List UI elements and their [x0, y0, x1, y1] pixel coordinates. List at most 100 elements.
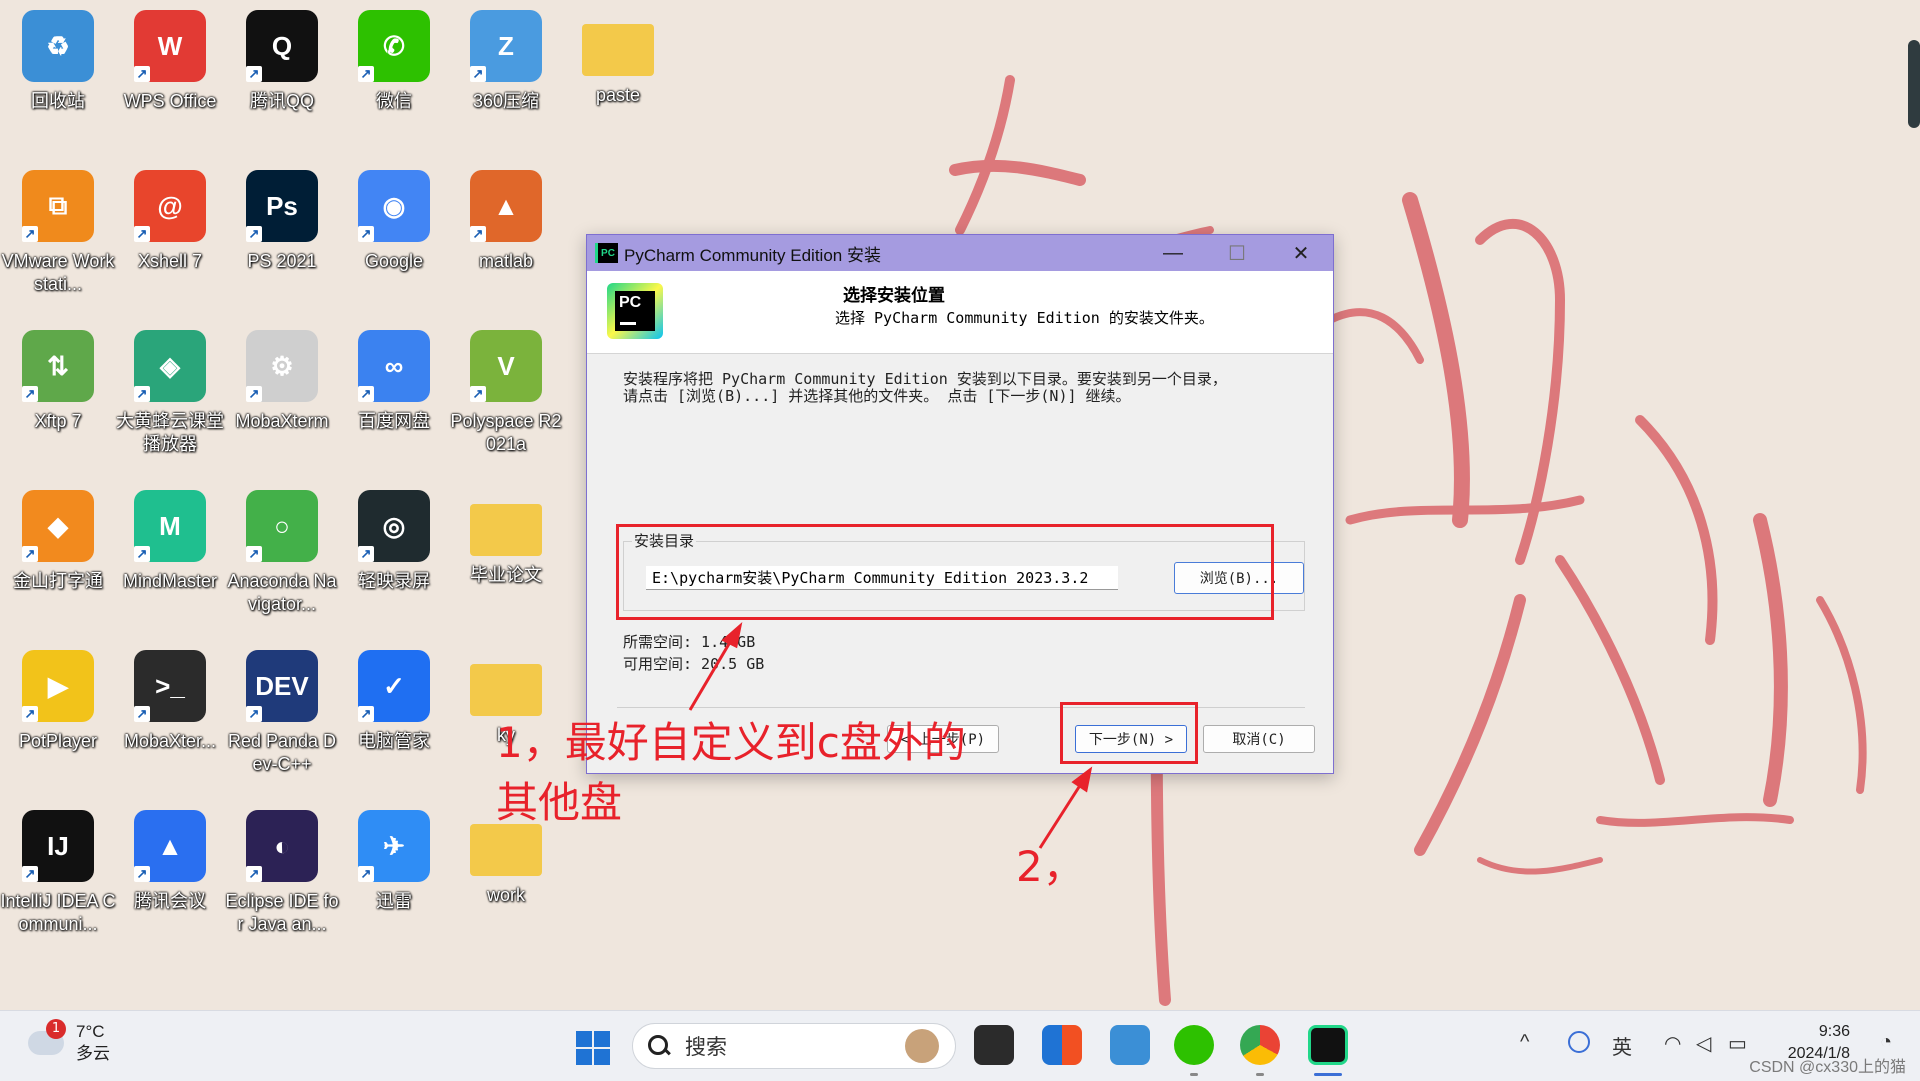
app-icon: IJ ↗	[22, 810, 94, 882]
minimize-button[interactable]: —	[1141, 235, 1205, 271]
app-icon-glyph: M	[159, 510, 181, 541]
desktop-icon-label: 腾讯QQ	[249, 91, 314, 111]
desktop-icon[interactable]: ◐ ↗ Eclipse IDE for Java an...	[225, 804, 339, 954]
desktop-icon-label: 百度网盘	[358, 411, 430, 431]
tray-overflow-chevron-icon[interactable]: ^	[1520, 1031, 1529, 1054]
app-icon: ∞ ↗	[358, 330, 430, 402]
desktop-icon-label: VMware Workstati...	[1, 251, 115, 294]
header-subtitle: 选择 PyCharm Community Edition 的安装文件夹。	[835, 309, 1214, 327]
app-icon-glyph: ◎	[382, 510, 406, 541]
app-icon-glyph: ▲	[157, 830, 183, 861]
app-icon-glyph: DEV	[255, 670, 309, 701]
shortcut-arrow-icon: ↗	[246, 226, 262, 242]
pycharm-active-indicator	[1314, 1073, 1342, 1076]
desktop-icon[interactable]: DEV ↗ Red Panda Dev-C++	[226, 644, 338, 794]
desktop-icon-label: matlab	[478, 251, 534, 271]
desktop-icon[interactable]: ⇅ ↗ Xftp 7	[2, 324, 114, 474]
desktop-icon[interactable]: 毕业论文	[450, 484, 562, 634]
desktop-icon[interactable]: >_ ↗ MobaXter...	[114, 644, 226, 794]
desktop-icon-label: WPS Office	[123, 91, 217, 111]
desktop-icon[interactable]: ⧉ ↗ VMware Workstati...	[2, 164, 114, 314]
dialog-titlebar[interactable]: PC PyCharm Community Edition 安装 — ☐ ✕	[587, 235, 1333, 271]
desktop-icon-label: PS 2021	[247, 251, 317, 271]
desktop-icon[interactable]: ○ ↗ Anaconda Navigator...	[226, 484, 338, 634]
desktop-icon[interactable]: ◉ ↗ Google	[338, 164, 450, 314]
wechat-icon[interactable]	[1174, 1025, 1214, 1065]
control-panel-icon[interactable]	[1110, 1025, 1150, 1065]
desktop-icon[interactable]: ◆ ↗ 金山打字通	[2, 484, 114, 634]
app-icon-glyph: W	[157, 30, 183, 61]
app-icon	[582, 24, 654, 76]
desktop-icon[interactable]: V ↗ Polyspace R2021a	[450, 324, 562, 474]
pycharm-app-icon: PC	[595, 243, 618, 263]
desktop-icon[interactable]: ◈ ↗ 大黄蜂云课堂播放器	[114, 324, 226, 474]
shortcut-arrow-icon: ↗	[358, 66, 374, 82]
store-icon[interactable]	[1042, 1025, 1082, 1065]
search-placeholder: 搜索	[685, 1035, 727, 1059]
desktop-icon[interactable]: Z ↗ 360压缩	[450, 4, 562, 154]
app-icon: ♻	[22, 10, 94, 82]
chrome-icon[interactable]	[1240, 1025, 1280, 1065]
desktop-icon-label: Polyspace R2021a	[450, 411, 562, 454]
annotation-note-2: 2，	[1016, 842, 1085, 891]
app-icon: ✈ ↗	[358, 810, 430, 882]
desktop-icon[interactable]: ⚙ ↗ MobaXterm	[226, 324, 338, 474]
desktop-icon-label: Eclipse IDE for Java an...	[225, 891, 339, 934]
weather-condition: 多云	[76, 1044, 110, 1063]
app-icon: M ↗	[134, 490, 206, 562]
desktop-icon[interactable]: W ↗ WPS Office	[114, 4, 226, 154]
volume-muted-icon[interactable]: ◁	[1696, 1031, 1711, 1056]
annotation-box-next	[1060, 702, 1198, 764]
desktop-icon[interactable]: ✈ ↗ 迅雷	[338, 804, 450, 954]
cancel-button[interactable]: 取消(C)	[1203, 725, 1315, 753]
notification-bell-icon[interactable]: ◔	[1880, 1031, 1892, 1054]
battery-icon[interactable]: ▭	[1728, 1031, 1747, 1056]
desktop-icon[interactable]: ✓ ↗ 电脑管家	[338, 644, 450, 794]
dialog-header: PC 选择安装位置 选择 PyCharm Community Edition 的…	[587, 271, 1333, 354]
wifi-icon[interactable]: ◠	[1664, 1031, 1681, 1056]
shortcut-arrow-icon: ↗	[134, 386, 150, 402]
desktop-icon[interactable]: ◎ ↗ 轻映录屏	[338, 484, 450, 634]
desktop-icon-label: paste	[595, 85, 641, 105]
pycharm-taskbar-icon[interactable]	[1308, 1025, 1348, 1065]
taskbar-search[interactable]: 搜索	[632, 1023, 956, 1069]
space-required: 所需空间: 1.4 GB	[623, 633, 756, 651]
pycharm-logo-text: PC	[619, 294, 642, 311]
desktop-icon[interactable]: ▲ ↗ 腾讯会议	[114, 804, 226, 954]
desktop-icon[interactable]: Ps ↗ PS 2021	[226, 164, 338, 314]
desktop-icon[interactable]: IJ ↗ IntelliJ IDEA Communi...	[0, 804, 116, 954]
app-icon: ◆ ↗	[22, 490, 94, 562]
maximize-button[interactable]: ☐	[1205, 235, 1269, 271]
start-button[interactable]	[576, 1031, 610, 1065]
desktop-icon[interactable]: ▶ ↗ PotPlayer	[2, 644, 114, 794]
task-view-icon[interactable]	[974, 1025, 1014, 1065]
desktop-icon[interactable]: ♻ 回收站	[2, 4, 114, 154]
desktop-icon-label: 腾讯会议	[134, 891, 206, 911]
app-icon: V ↗	[470, 330, 542, 402]
shortcut-arrow-icon: ↗	[22, 706, 38, 722]
desktop-icon-label: 回收站	[31, 91, 85, 111]
footer-divider	[617, 707, 1305, 708]
desktop-icon[interactable]: ▲ ↗ matlab	[450, 164, 562, 314]
app-icon-glyph: >_	[155, 670, 185, 701]
instruction-line-1: 安装程序将把 PyCharm Community Edition 安装到以下目录…	[623, 370, 1227, 388]
app-icon-glyph: V	[497, 350, 515, 381]
desktop-icon[interactable]: ∞ ↗ 百度网盘	[338, 324, 450, 474]
app-icon-glyph: Q	[271, 30, 293, 61]
close-button[interactable]: ✕	[1269, 235, 1333, 271]
desktop-icon[interactable]: Q ↗ 腾讯QQ	[226, 4, 338, 154]
security-shield-icon[interactable]	[1568, 1031, 1590, 1053]
app-icon-glyph: ◆	[48, 510, 68, 541]
weather-widget[interactable]: 1 7°C 多云	[28, 1019, 110, 1065]
disk-space-info: 所需空间: 1.4 GB 可用空间: 20.5 GB	[623, 631, 764, 675]
desktop-icon[interactable]: @ ↗ Xshell 7	[114, 164, 226, 314]
desktop-icon[interactable]: ✆ ↗ 微信	[338, 4, 450, 154]
window-title: PyCharm Community Edition 安装	[624, 245, 881, 265]
desktop-icon-label: 轻映录屏	[358, 571, 430, 591]
ime-indicator[interactable]: 英	[1612, 1031, 1632, 1060]
desktop-icon[interactable]: M ↗ MindMaster	[114, 484, 226, 634]
shortcut-arrow-icon: ↗	[470, 66, 486, 82]
app-icon-glyph: ◉	[382, 190, 406, 221]
desktop-icon[interactable]: paste	[562, 4, 674, 154]
desktop-icon-label: work	[486, 885, 525, 905]
